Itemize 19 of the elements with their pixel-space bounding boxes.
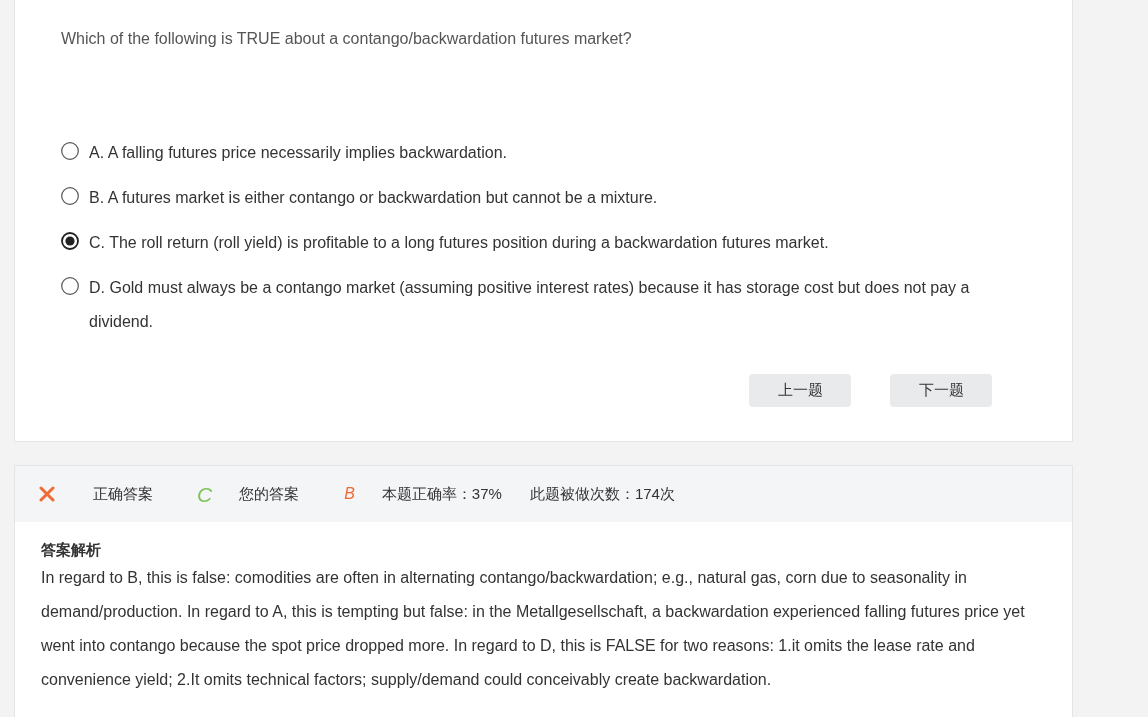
explanation-text: In regard to B, this is false: comodities are often in alternating contango/backwardation; e.g., natural gas, corn due to seasonality in demand/production. In regard to A, this is tempting but false: in the Metallgesellschaft, a backwardation experienced falling futures price yet went into contango because the spot price dropped more. In regard to D, this is FALSE for two reasons: 1.it omits the lease rate and convenience yield; 2.It omits technical factors; supply/demand could conceivably create backwardation. <box>41 568 1026 690</box>
correct-answer-letter: C <box>197 483 213 505</box>
option-label: C. The roll return (roll yield) is profitable to a long futures position during a backwardation futures market. <box>89 233 829 253</box>
option-label: B. A futures market is either contango or backwardation but cannot be a mixture. <box>89 188 658 208</box>
radio-button[interactable] <box>61 142 79 160</box>
radio-button[interactable] <box>61 187 79 205</box>
radio-button[interactable] <box>61 232 79 250</box>
option-label: A. A falling futures price necessarily implies backwardation. <box>89 143 507 163</box>
attempts-text: 此题被做次数：174次 <box>529 483 675 504</box>
radio-button[interactable] <box>61 277 79 295</box>
your-answer-letter: B <box>344 484 355 504</box>
accuracy-text: 本题正确率：37% <box>381 483 502 504</box>
question-text: Which of the following is TRUE about a contango/backwardation futures market? <box>61 29 633 49</box>
next-question-button[interactable]: 下一题 <box>890 374 992 407</box>
option-label: D. Gold must always be a contango market (assuming positive interest rates) because it has storage cost but does not pay a dividend. <box>89 278 971 332</box>
previous-question-button[interactable]: 上一题 <box>749 374 851 407</box>
correct-answer-label: 正确答案 <box>93 483 153 504</box>
your-answer-label: 您的答案 <box>239 483 300 504</box>
explanation-title: 答案解析 <box>41 540 102 560</box>
